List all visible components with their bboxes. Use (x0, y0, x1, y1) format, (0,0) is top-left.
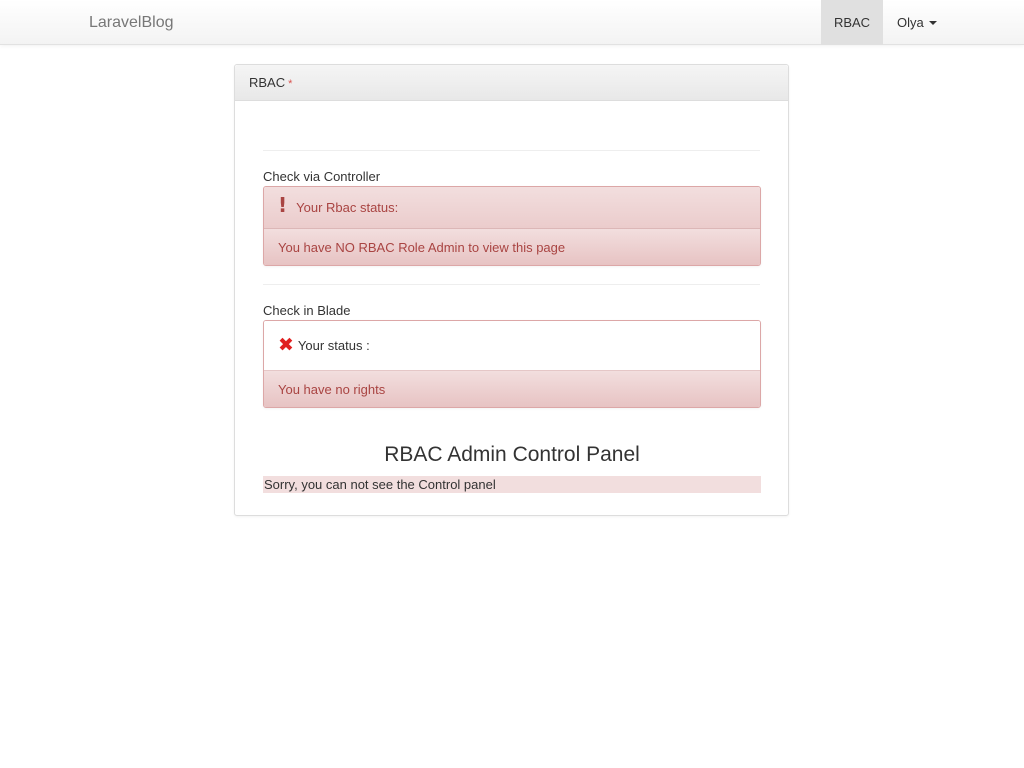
brand-link[interactable]: LaravelBlog (89, 14, 174, 32)
user-menu-dropdown[interactable]: Olya (883, 0, 949, 45)
required-marker: * (288, 78, 293, 90)
nav-item-rbac[interactable]: RBAC (821, 0, 883, 45)
control-panel-message: Sorry, you can not see the Control panel (263, 476, 761, 493)
user-name: Olya (897, 15, 924, 30)
exclamation-icon: ! (278, 192, 288, 217)
controller-status-header: ! Your Rbac status: (264, 187, 760, 229)
divider (263, 150, 760, 151)
divider (263, 284, 760, 285)
navbar: LaravelBlog RBAC Olya (0, 0, 1024, 45)
caret-down-icon (928, 20, 937, 25)
blade-check-label: Check in Blade (263, 303, 351, 318)
panel-title: RBAC (249, 75, 286, 90)
panel-heading: RBAC * (235, 65, 788, 101)
controller-status-message: You have NO RBAC Role Admin to view this… (278, 239, 566, 255)
controller-check-label: Check via Controller (263, 169, 381, 184)
controller-status-body: You have NO RBAC Role Admin to view this… (264, 229, 760, 265)
controller-status-alert: ! Your Rbac status: You have NO RBAC Rol… (263, 186, 761, 266)
blade-status-body: You have no rights (264, 371, 760, 407)
control-panel-title: RBAC Admin Control Panel (384, 443, 640, 466)
controller-status-title: Your Rbac status: (296, 200, 399, 215)
cross-icon: ✖ (278, 333, 294, 356)
blade-status-alert: ✖ Your status : You have no rights (263, 320, 761, 408)
blade-status-header: ✖ Your status : (264, 321, 760, 371)
blade-status-title: Your status : (297, 338, 370, 353)
rbac-panel: RBAC * Check via Controller ! Your Rbac s… (234, 64, 789, 516)
blade-status-message: You have no rights (278, 381, 386, 397)
